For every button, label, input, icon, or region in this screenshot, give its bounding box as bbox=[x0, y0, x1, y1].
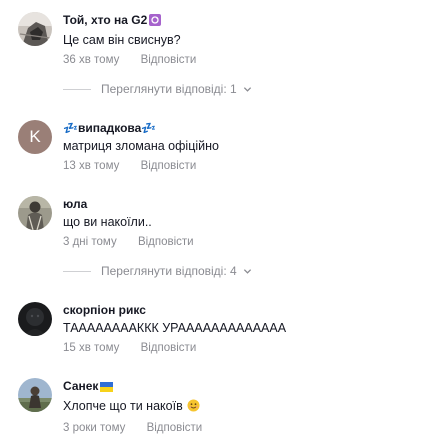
comment-body: 💤випадкова💤 матриця зломана офіційно 13 … bbox=[63, 120, 219, 173]
comment-body: юла що ви накоїли.. 3 дні тому Відповіст… bbox=[63, 196, 194, 249]
ukraine-flag-emoji-icon bbox=[100, 381, 114, 396]
comment-meta: 36 хв тому Відповісти bbox=[63, 53, 196, 67]
view-replies-label: Переглянути відповіді: 1 bbox=[101, 82, 237, 96]
comment-body: Той, хто на G2 Це сам він свиснув? 36 хв… bbox=[63, 12, 196, 67]
comment-text: матриця зломана офіційно bbox=[63, 139, 219, 153]
reply-button[interactable]: Відповісти bbox=[141, 160, 197, 172]
username[interactable]: Санек bbox=[63, 379, 202, 396]
reply-button[interactable]: Відповісти bbox=[141, 342, 197, 354]
comment-body: скорпіон рикс ТААААААААККК УРААААААААААА… bbox=[63, 302, 286, 355]
reply-button[interactable]: Відповісти bbox=[138, 236, 194, 248]
comment-time: 3 роки тому bbox=[63, 422, 126, 434]
comment-text: Хлопче що ти накоїв bbox=[63, 398, 202, 416]
view-replies-label: Переглянути відповіді: 4 bbox=[101, 264, 237, 278]
avatar-image bbox=[18, 12, 52, 46]
comment-meta: 3 роки тому Відповісти bbox=[63, 421, 202, 435]
username[interactable]: скорпіон рикс bbox=[63, 303, 286, 318]
reply-button[interactable]: Відповісти bbox=[141, 54, 197, 66]
comment-body: Санек Хлопче що ти накоїв 3 роки тому Ві… bbox=[63, 378, 202, 435]
divider-line bbox=[63, 88, 91, 90]
avatar-letter: K bbox=[29, 127, 41, 146]
purple-cycle-emoji-icon bbox=[149, 14, 162, 30]
smiling-face-emoji-icon bbox=[187, 399, 200, 416]
comment-item: Той, хто на G2 Це сам він свиснув? 36 хв… bbox=[18, 12, 418, 67]
avatar[interactable] bbox=[18, 378, 52, 412]
comment-meta: 15 хв тому Відповісти bbox=[63, 341, 286, 355]
comment-time: 15 хв тому bbox=[63, 342, 120, 354]
reply-button[interactable]: Відповісти bbox=[147, 422, 203, 434]
comment-meta: 3 дні тому Відповісти bbox=[63, 235, 194, 249]
comment-text: Це сам він свиснув? bbox=[63, 33, 181, 47]
avatar-image bbox=[18, 378, 52, 412]
comment-item: скорпіон рикс ТААААААААККК УРААААААААААА… bbox=[18, 302, 418, 355]
comment-time: 36 хв тому bbox=[63, 54, 120, 66]
avatar[interactable]: K bbox=[18, 120, 52, 154]
comment-item: Санек Хлопче що ти накоїв 3 роки тому Ві… bbox=[18, 378, 418, 435]
username[interactable]: 💤випадкова💤 bbox=[63, 121, 219, 136]
view-replies-button[interactable]: Переглянути відповіді: 4 bbox=[63, 264, 252, 278]
chevron-down-icon bbox=[243, 86, 251, 92]
comment-time: 13 хв тому bbox=[63, 160, 120, 172]
divider-line bbox=[63, 270, 91, 272]
comment-text: ТААААААААККК УРААААААААААААА bbox=[63, 321, 287, 335]
chevron-down-icon bbox=[243, 268, 251, 274]
username[interactable]: юла bbox=[63, 197, 194, 212]
comment-time: 3 дні тому bbox=[63, 236, 117, 248]
comment-item: юла що ви накоїли.. 3 дні тому Відповіст… bbox=[18, 196, 418, 249]
comment-text: що ви накоїли.. bbox=[63, 215, 152, 229]
avatar[interactable] bbox=[18, 196, 52, 230]
view-replies-button[interactable]: Переглянути відповіді: 1 bbox=[63, 82, 252, 96]
avatar[interactable] bbox=[18, 302, 52, 336]
comment-meta: 13 хв тому Відповісти bbox=[63, 159, 219, 173]
comment-item: K 💤випадкова💤 матриця зломана офіційно 1… bbox=[18, 120, 418, 173]
avatar[interactable] bbox=[18, 12, 52, 46]
avatar-image bbox=[18, 196, 52, 230]
avatar-image bbox=[18, 302, 52, 336]
username[interactable]: Той, хто на G2 bbox=[63, 13, 196, 30]
